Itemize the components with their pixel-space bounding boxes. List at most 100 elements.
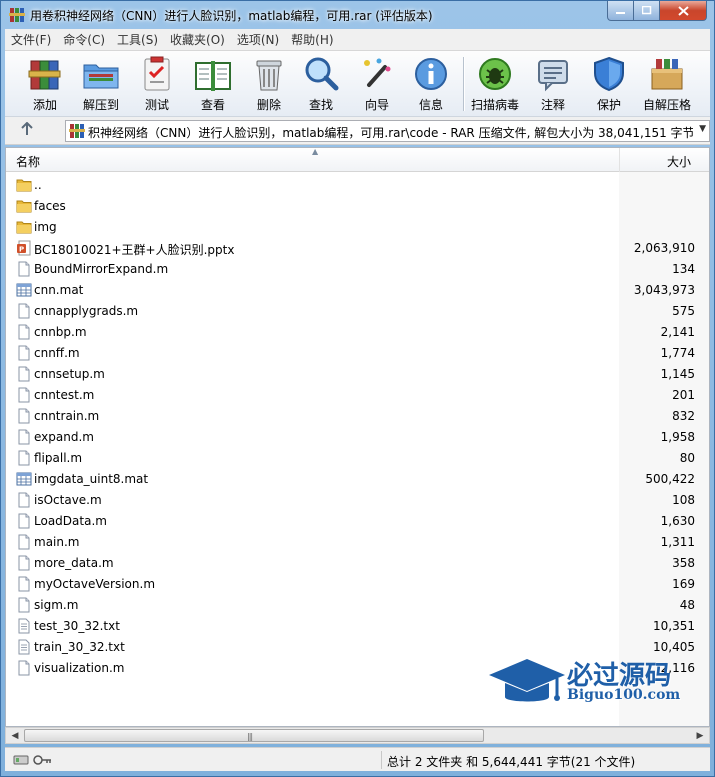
test-clipboard-icon xyxy=(144,56,170,91)
table-row[interactable]: cnntrain.m 832 xyxy=(6,406,709,427)
table-row[interactable]: cnnbp.m 2,141 xyxy=(6,322,709,343)
file-name: BC18010021+王群+人脸识别.pptx xyxy=(34,243,235,257)
file-name: cnnsetup.m xyxy=(34,367,105,381)
sort-ascending-icon: ▲ xyxy=(312,147,319,156)
file-name: isOctave.m xyxy=(34,493,102,507)
menu-tools[interactable]: 工具(S) xyxy=(111,31,164,48)
file-name: expand.m xyxy=(34,430,94,444)
table-row[interactable]: P BC18010021+王群+人脸识别.pptx 2,063,910 xyxy=(6,238,709,259)
rar-archive-icon xyxy=(69,124,85,138)
menu-favorites[interactable]: 收藏夹(O) xyxy=(164,31,231,48)
file-name: myOctaveVersion.m xyxy=(34,577,156,591)
table-row[interactable]: .. xyxy=(6,175,709,196)
file-size: 10,405 xyxy=(653,640,695,654)
minimize-button[interactable] xyxy=(607,1,634,21)
view-button[interactable]: 查看 xyxy=(185,55,241,113)
file-name: train_30_32.txt xyxy=(34,640,125,654)
table-row[interactable]: more_data.m 358 xyxy=(6,553,709,574)
menu-options[interactable]: 选项(N) xyxy=(231,31,285,48)
title-bar[interactable]: 用卷积神经网络（CNN）进行人脸识别，matlab编程，可用.rar (评估版本… xyxy=(1,1,714,29)
table-row[interactable]: main.m 1,311 xyxy=(6,532,709,553)
extract-to-label: 解压到 xyxy=(82,98,119,112)
watermark: 必过源码 Biguo100.com xyxy=(487,653,692,715)
window-title: 用卷积神经网络（CNN）进行人脸识别，matlab编程，可用.rar (评估版本… xyxy=(30,9,433,23)
grip-icon: ||| xyxy=(247,732,253,741)
sfx-box-icon xyxy=(651,59,683,90)
table-row[interactable]: img xyxy=(6,217,709,238)
protect-button[interactable]: 保护 xyxy=(581,55,637,113)
document-file-icon xyxy=(18,345,30,361)
svg-text:P: P xyxy=(19,246,24,254)
add-button[interactable]: 添加 xyxy=(17,55,73,113)
close-button[interactable] xyxy=(659,1,707,21)
table-row[interactable]: cnn.mat 3,043,973 xyxy=(6,280,709,301)
sfx-button[interactable]: 自解压格 xyxy=(639,55,695,113)
graduation-cap-icon xyxy=(489,659,565,702)
table-row[interactable]: test_30_32.txt 10,351 xyxy=(6,616,709,637)
close-icon xyxy=(677,5,689,16)
document-file-icon xyxy=(18,513,30,529)
find-button[interactable]: 查找 xyxy=(293,55,349,113)
test-label: 测试 xyxy=(144,98,169,112)
view-book-icon xyxy=(195,61,231,91)
menu-commands[interactable]: 命令(C) xyxy=(57,31,111,48)
table-row[interactable]: faces xyxy=(6,196,709,217)
table-row[interactable]: cnnsetup.m 1,145 xyxy=(6,364,709,385)
folder-icon xyxy=(16,179,32,192)
file-name: imgdata_uint8.mat xyxy=(34,472,149,486)
extract-folder-icon xyxy=(83,64,119,89)
magnifier-icon xyxy=(305,57,339,91)
address-field[interactable]: 积神经网络（CNN）进行人脸识别，matlab编程，可用.rar\code - … xyxy=(65,120,710,142)
table-row[interactable]: sigm.m 48 xyxy=(6,595,709,616)
table-row[interactable]: myOctaveVersion.m 169 xyxy=(6,574,709,595)
scroll-left-icon[interactable]: ◀ xyxy=(7,729,23,743)
comment-button[interactable]: 注释 xyxy=(525,55,581,113)
info-button[interactable]: 信息 xyxy=(403,55,459,113)
chevron-down-icon[interactable]: ▼ xyxy=(699,124,706,134)
menu-file[interactable]: 文件(F) xyxy=(5,31,57,48)
menu-help[interactable]: 帮助(H) xyxy=(285,31,339,48)
table-row[interactable]: cnntest.m 201 xyxy=(6,385,709,406)
table-row[interactable]: imgdata_uint8.mat 500,422 xyxy=(6,469,709,490)
wizard-button[interactable]: 向导 xyxy=(349,55,405,113)
winrar-app-icon xyxy=(9,8,25,22)
up-folder-button[interactable] xyxy=(21,121,33,140)
scroll-right-icon[interactable]: ▶ xyxy=(692,729,708,743)
table-row[interactable]: BoundMirrorExpand.m 134 xyxy=(6,259,709,280)
data-table-file-icon xyxy=(16,283,32,297)
toolbar-separator xyxy=(463,57,464,111)
table-row[interactable]: isOctave.m 108 xyxy=(6,490,709,511)
delete-button[interactable]: 删除 xyxy=(241,55,297,113)
file-name: cnnapplygrads.m xyxy=(34,304,139,318)
file-size: 575 xyxy=(672,304,695,318)
scan-virus-button[interactable]: 扫描病毒 xyxy=(467,55,523,113)
test-button[interactable]: 测试 xyxy=(129,55,185,113)
winrar-window: 用卷积神经网络（CNN）进行人脸识别，matlab编程，可用.rar (评估版本… xyxy=(0,0,715,777)
column-name-header[interactable]: 名称 xyxy=(16,153,40,170)
file-size: 1,774 xyxy=(660,346,695,360)
table-row[interactable]: cnnff.m 1,774 xyxy=(6,343,709,364)
table-row[interactable]: LoadData.m 1,630 xyxy=(6,511,709,532)
extract-to-button[interactable]: 解压到 xyxy=(73,55,129,113)
file-name: main.m xyxy=(34,535,80,549)
wizard-wand-icon xyxy=(364,58,391,87)
table-row[interactable]: expand.m 1,958 xyxy=(6,427,709,448)
file-list: 名称 ▲ 大小 .. faces img P BC18010021+王群+人脸识别.pp… xyxy=(5,147,710,727)
table-row[interactable]: flipall.m 80 xyxy=(6,448,709,469)
file-rows: .. faces img P BC18010021+王群+人脸识别.pptx 2,063,… xyxy=(6,175,709,679)
column-divider[interactable] xyxy=(619,148,620,172)
file-size: 1,145 xyxy=(660,367,695,381)
table-row[interactable]: cnnapplygrads.m 575 xyxy=(6,301,709,322)
column-size-header[interactable]: 大小 xyxy=(667,153,691,170)
maximize-button[interactable] xyxy=(633,1,660,21)
info-label: 信息 xyxy=(418,98,443,112)
scrollbar-thumb[interactable]: ||| xyxy=(24,729,484,742)
horizontal-scrollbar[interactable]: ◀ ||| ▶ xyxy=(5,727,710,744)
info-icon xyxy=(415,58,447,90)
folder-icon xyxy=(16,221,32,234)
document-file-icon xyxy=(18,660,30,676)
status-bar: 总计 2 文件夹 和 5,644,441 字节(21 个文件) xyxy=(5,747,710,771)
comment-label: 注释 xyxy=(540,98,565,112)
file-size: 108 xyxy=(672,493,695,507)
file-size: 500,422 xyxy=(645,472,695,486)
